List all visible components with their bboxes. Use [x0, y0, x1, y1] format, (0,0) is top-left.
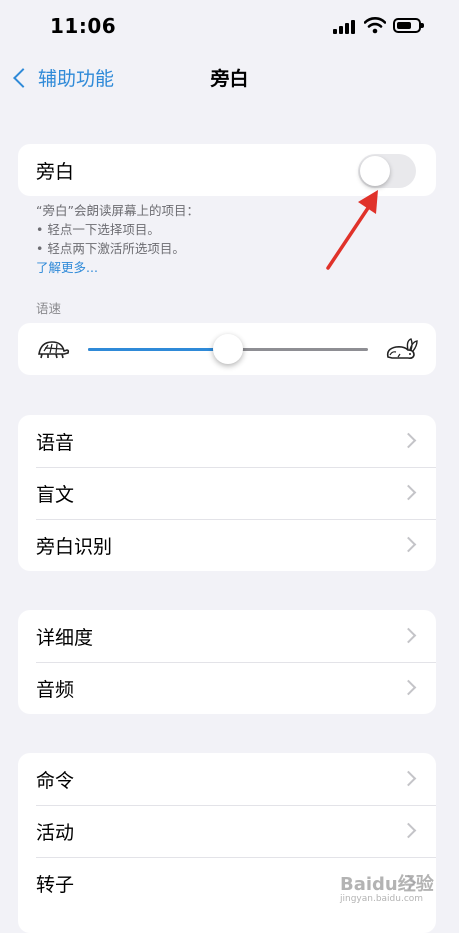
voiceover-description: “旁白”会朗读屏幕上的项目： • 轻点一下选择项目。 • 轻点两下激活所选项目。…	[36, 201, 199, 277]
learn-more-link[interactable]: 了解更多...	[36, 258, 199, 277]
page-title: 旁白	[210, 68, 249, 90]
list-item-label: 详细度	[36, 626, 94, 649]
watermark-text: Baidu经验	[340, 874, 434, 895]
wifi-icon	[364, 17, 386, 34]
voiceover-label: 旁白	[36, 160, 75, 183]
voiceover-toggle[interactable]	[358, 154, 416, 188]
hint-2: • 轻点两下激活所选项目。	[36, 241, 185, 256]
verbosity-group: 详细度 音频	[18, 610, 436, 714]
list-item-speech[interactable]: 语音	[18, 415, 436, 467]
status-time: 11:06	[50, 14, 117, 38]
chevron-right-icon	[400, 679, 417, 696]
list-item-verbosity[interactable]: 详细度	[18, 610, 436, 662]
list-item-label: 转子	[36, 873, 75, 896]
list-item-label: 旁白识别	[36, 535, 113, 558]
list-item-commands[interactable]: 命令	[18, 753, 436, 805]
list-item-label: 语音	[36, 431, 75, 454]
slider-fill	[88, 348, 228, 351]
commands-group: 命令 活动 转子	[18, 753, 436, 933]
watermark-sub: jingyan.baidu.com	[340, 894, 424, 904]
chevron-right-icon	[400, 536, 417, 553]
hint-1: • 轻点一下选择项目。	[36, 222, 160, 237]
list-item-activities[interactable]: 活动	[18, 805, 436, 857]
speaking-rate-label: 语速	[36, 301, 62, 316]
chevron-right-icon	[400, 432, 417, 449]
chevron-right-icon	[400, 627, 417, 644]
baidu-watermark: Baidu经验 jingyan.baidu.com	[340, 870, 434, 904]
chevron-right-icon	[400, 484, 417, 501]
cellular-signal-icon	[333, 20, 357, 34]
voiceover-row: 旁白	[18, 144, 436, 196]
list-item-label: 活动	[36, 821, 75, 844]
description-text: “旁白”会朗读屏幕上的项目：	[36, 203, 199, 218]
speaking-rate-slider[interactable]	[88, 334, 368, 364]
toggle-knob	[360, 156, 390, 186]
chevron-right-icon	[400, 770, 417, 787]
list-item-label: 音频	[36, 678, 75, 701]
battery-icon	[393, 18, 424, 33]
list-item-braille[interactable]: 盲文	[18, 467, 436, 519]
list-item-label: 命令	[36, 769, 75, 792]
list-item-label: 盲文	[36, 483, 75, 506]
speaking-rate-card	[18, 323, 436, 375]
speech-group: 语音 盲文 旁白识别	[18, 415, 436, 571]
voiceover-card: 旁白	[18, 144, 436, 196]
chevron-right-icon	[400, 822, 417, 839]
list-item-audio[interactable]: 音频	[18, 662, 436, 714]
list-item-voiceover-recognition[interactable]: 旁白识别	[18, 519, 436, 571]
status-bar: 11:06	[0, 0, 459, 56]
rabbit-icon	[386, 338, 418, 359]
turtle-icon	[38, 341, 70, 359]
slider-thumb[interactable]	[213, 334, 243, 364]
navigation-bar: 辅助功能 旁白	[0, 56, 459, 100]
